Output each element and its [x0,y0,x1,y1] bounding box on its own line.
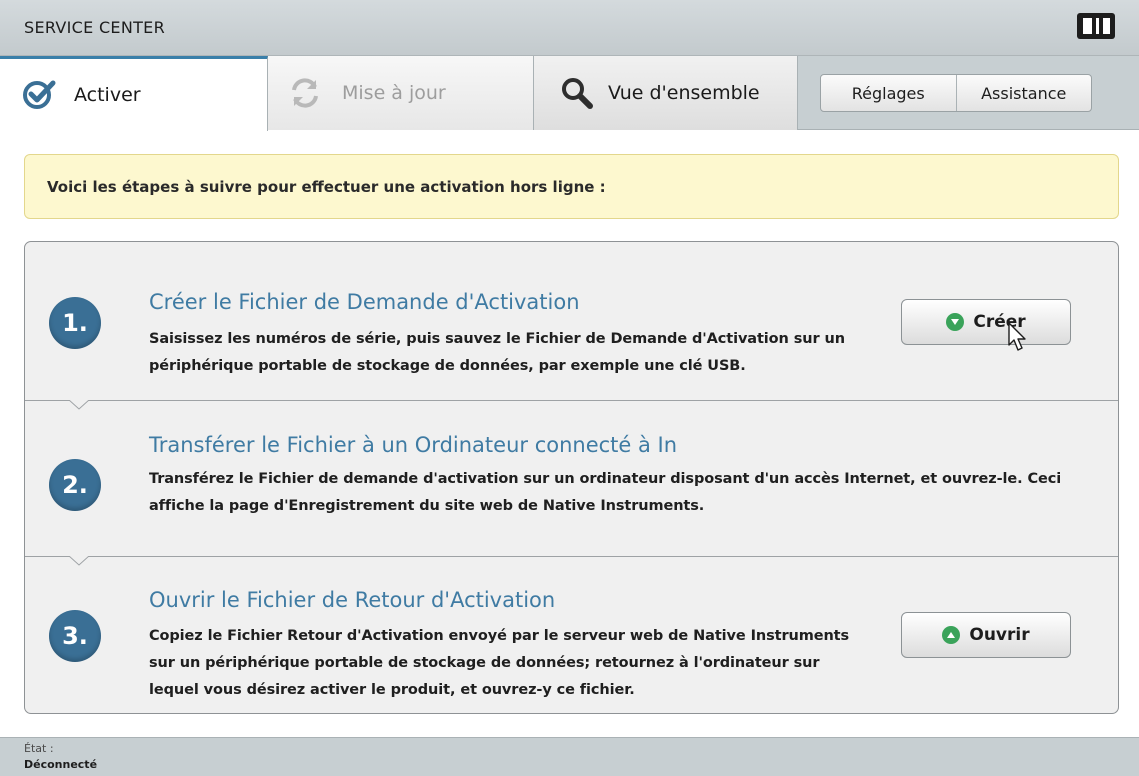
native-instruments-logo-icon [1077,13,1115,39]
step-title: Transférer le Fichier à un Ordinateur co… [149,433,678,457]
magnifier-icon [560,76,594,110]
step-divider-notch [69,556,89,566]
steps-panel: 1. Créer le Fichier de Demande d'Activat… [24,241,1119,714]
tab-vue-ensemble-label: Vue d'ensemble [608,82,760,104]
step-1: 1. Créer le Fichier de Demande d'Activat… [25,242,1118,400]
step-description: Copiez le Fichier Retour d'Activation en… [149,628,850,698]
step-title: Créer le Fichier de Demande d'Activation [149,290,580,314]
step-description: Saisissez les numéros de série, puis sau… [149,331,845,374]
step-description: Transférez le Fichier de demande d'activ… [149,471,1062,514]
tab-vue-ensemble[interactable]: Vue d'ensemble [534,56,798,130]
tab-mise-a-jour-label: Mise à jour [342,82,446,104]
tab-mise-a-jour[interactable]: Mise à jour [268,56,534,130]
tab-activer-label: Activer [74,84,141,106]
step-number-badge: 1. [49,297,101,349]
window-title: SERVICE CENTER [24,18,165,37]
checkmark-badge-icon [22,78,56,112]
settings-button[interactable]: Réglages [821,75,956,111]
toolbar-buttons: Réglages Assistance [820,74,1092,112]
tab-activer[interactable]: Activer [0,56,268,131]
status-label: État : [24,742,54,755]
step-number-badge: 2. [49,459,101,511]
arrow-up-circle-icon [942,626,961,644]
mouse-cursor-icon [1008,322,1026,351]
info-banner: Voici les étapes à suivre pour effectuer… [24,154,1119,219]
support-button[interactable]: Assistance [955,75,1092,111]
arrow-down-circle-icon [946,313,965,331]
open-button-label: Ouvrir [969,625,1030,645]
step-3: 3. Ouvrir le Fichier de Retour d'Activat… [25,556,1118,713]
title-bar: SERVICE CENTER [0,0,1139,56]
open-button[interactable]: Ouvrir [901,612,1071,658]
status-value: Déconnecté [24,758,98,771]
create-button[interactable]: Créer [901,299,1071,345]
step-2: 2. Transférer le Fichier à un Ordinateur… [25,400,1118,556]
step-divider-notch [69,400,89,410]
step-number-badge: 3. [49,610,101,662]
refresh-icon [288,76,322,110]
step-title: Ouvrir le Fichier de Retour d'Activation [149,588,556,612]
status-bar: État : Déconnecté [0,737,1139,776]
tab-bar: Activer Mise à jour Vue d'ensemble Régla… [0,56,1139,131]
